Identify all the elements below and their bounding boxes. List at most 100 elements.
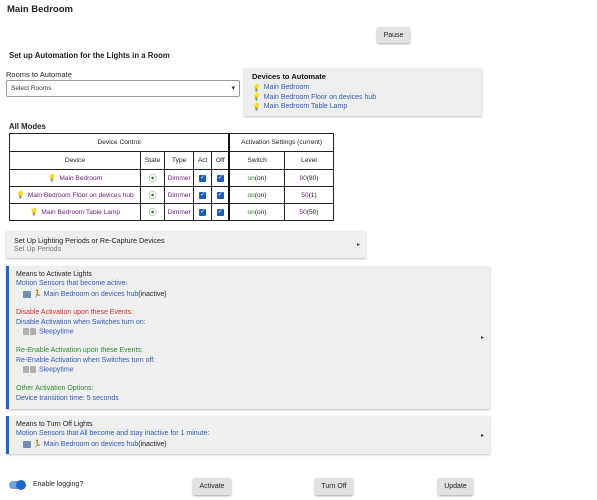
activate-lights-panel[interactable]: Means to Activate Lights Motion Sensors …: [6, 266, 490, 409]
motion-sensor-icon: [23, 290, 31, 298]
device-control-table: Device Control Activation Settings (curr…: [9, 133, 335, 221]
col-off: Off: [211, 151, 230, 170]
off-motion-item[interactable]: 🏃 Main Bedroom on devices hub(inactive): [23, 440, 167, 448]
modes-label: All Modes: [9, 122, 46, 131]
device-cell[interactable]: 💡 Main Bedroom Floor on devices hub: [9, 186, 141, 204]
checkbox-checked-icon: ✓: [216, 192, 224, 199]
switch-name: Sleepytime: [38, 366, 74, 374]
pause-button[interactable]: Pause: [377, 27, 410, 43]
lighting-periods-panel[interactable]: Set Up Lighting Periods or Re-Capture De…: [6, 231, 366, 258]
off-panel-title: Means to Turn Off Lights: [16, 421, 93, 428]
state-on-icon: ⦿: [148, 173, 157, 183]
device-name: Main Bedroom: [59, 175, 103, 182]
device-link[interactable]: 💡 Main Bedroom: [252, 83, 474, 93]
disable-switch-item[interactable]: Sleepytime: [23, 328, 74, 335]
switch-current: (on): [254, 191, 267, 199]
level-value: 50: [299, 208, 307, 216]
chevron-down-icon: ▾: [231, 85, 235, 92]
update-button[interactable]: Update: [438, 478, 473, 495]
switch-value: on: [247, 191, 255, 199]
toggle-knob: [16, 480, 26, 490]
state-on-icon: ⦿: [148, 207, 157, 217]
motion-sensor-state: (inactive): [138, 441, 167, 448]
switch-cell[interactable]: on(on): [228, 169, 285, 187]
col-switch: Switch: [228, 151, 285, 170]
bulb-icon: 💡: [29, 209, 39, 216]
switch-current: (on): [254, 208, 267, 216]
level-current: (1): [308, 191, 317, 199]
act-cell[interactable]: ✓: [192, 169, 213, 187]
switch-icon: [23, 366, 29, 373]
table-row: 💡 Main Bedroom ⦿ Dimmer ✓ ✓ on(on) 80(80): [9, 169, 335, 187]
page-title: Main Bedroom: [7, 4, 73, 15]
level-cell[interactable]: 50(1): [283, 186, 335, 204]
type-cell[interactable]: Dimmer: [164, 169, 194, 187]
type-cell[interactable]: Dimmer: [164, 203, 194, 221]
devices-box-title: Devices to Automate: [252, 72, 326, 81]
device-link-label: Main Bedroom: [263, 84, 310, 92]
activate-button[interactable]: Activate: [193, 478, 231, 495]
motion-sensor-icon: [23, 440, 31, 448]
other-options-heading: Other Activation Options:: [16, 385, 94, 392]
col-device: Device: [9, 151, 141, 170]
activation-settings-header: Activation Settings (current): [228, 133, 335, 152]
off-cell[interactable]: ✓: [211, 203, 230, 221]
motion-sensors-label: Motion Sensors that become active:: [16, 280, 128, 287]
device-control-header: Device Control: [9, 133, 230, 152]
turn-off-button[interactable]: Turn Off: [315, 478, 353, 495]
turn-off-lights-panel[interactable]: Means to Turn Off Lights Motion Sensors …: [6, 416, 490, 454]
bulb-icon: 💡: [252, 94, 261, 102]
bulb-icon: 💡: [47, 175, 57, 182]
table-row: 💡 Main Bedroom Table Lamp ⦿ Dimmer ✓ ✓ on…: [9, 203, 335, 221]
motion-sensor-item[interactable]: 🏃 Main Bedroom on devices hub(inactive): [23, 290, 167, 298]
logging-label: Enable logging?: [33, 481, 84, 488]
bulb-icon: 💡: [16, 192, 25, 199]
motion-sensor-name: Main Bedroom on devices hub: [43, 441, 139, 448]
running-person-icon: 🏃: [33, 441, 42, 448]
level-value: 50: [301, 191, 309, 199]
off-cell[interactable]: ✓: [211, 169, 230, 187]
logging-toggle[interactable]: [9, 480, 26, 490]
col-state: State: [139, 151, 166, 170]
level-cell[interactable]: 80(80): [283, 169, 335, 187]
state-cell[interactable]: ⦿: [139, 169, 166, 187]
act-cell[interactable]: ✓: [192, 203, 213, 221]
reenable-switch-item[interactable]: Sleepytime: [23, 366, 74, 373]
device-cell[interactable]: 💡 Main Bedroom Table Lamp: [9, 203, 141, 221]
chevron-right-icon: ▸: [356, 242, 360, 248]
level-current: (80): [306, 174, 319, 182]
level-value: 80: [299, 174, 307, 182]
switch-name: Sleepytime: [38, 328, 74, 336]
chevron-right-icon: ▸: [480, 433, 484, 439]
col-act: Act: [192, 151, 213, 170]
switch-icon: [23, 328, 29, 335]
lighting-periods-title: Set Up Lighting Periods or Re-Capture De…: [14, 236, 165, 245]
state-on-icon: ⦿: [148, 190, 157, 200]
switch-value: on: [247, 174, 255, 182]
switch-cell[interactable]: on(on): [228, 203, 285, 221]
activate-panel-title: Means to Activate Lights: [16, 271, 92, 278]
state-cell[interactable]: ⦿: [139, 186, 166, 204]
device-cell[interactable]: 💡 Main Bedroom: [9, 169, 141, 187]
col-level: Level: [283, 151, 335, 170]
level-current: (50): [306, 208, 319, 216]
rooms-select[interactable]: Select Rooms ▾: [6, 80, 240, 97]
switch-icon: [30, 328, 36, 335]
device-link[interactable]: 💡 Main Bedroom Floor on devices hub: [252, 93, 474, 103]
type-cell[interactable]: Dimmer: [164, 186, 194, 204]
rooms-label: Rooms to Automate: [6, 70, 72, 79]
motion-sensor-name: Main Bedroom on devices hub: [43, 291, 139, 298]
switch-cell[interactable]: on(on): [228, 186, 285, 204]
switch-current: (on): [254, 174, 267, 182]
checkbox-checked-icon: ✓: [199, 209, 207, 216]
reenable-switch-label: Re-Enable Activation when Switches turn …: [16, 357, 156, 364]
level-cell[interactable]: 50(50): [283, 203, 335, 221]
act-cell[interactable]: ✓: [192, 186, 213, 204]
state-cell[interactable]: ⦿: [139, 203, 166, 221]
off-cell[interactable]: ✓: [211, 186, 230, 204]
device-link[interactable]: 💡 Main Bedroom Table Lamp: [252, 102, 474, 112]
transition-time: Device transition time: 5 seconds: [16, 395, 119, 402]
disable-heading: Disable Activation upon these Events:: [16, 309, 134, 316]
switch-value: on: [247, 208, 255, 216]
col-type: Type: [164, 151, 194, 170]
